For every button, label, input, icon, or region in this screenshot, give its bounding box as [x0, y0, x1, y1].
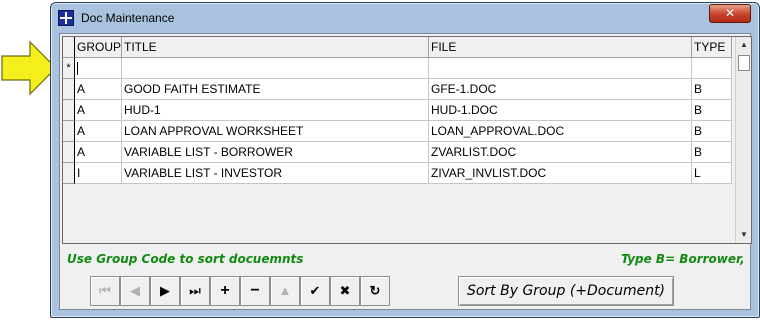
- type-hint: Type B= Borrower,: [621, 252, 745, 266]
- row-indicator: [63, 142, 75, 163]
- cancel-edit-button[interactable]: ✖: [330, 276, 360, 306]
- cell-group[interactable]: A: [75, 100, 122, 121]
- new-record-row[interactable]: *: [63, 58, 737, 79]
- table-row[interactable]: A VARIABLE LIST - BORROWER ZVARLIST.DOC …: [63, 142, 737, 163]
- vertical-scrollbar[interactable]: ▲ ▼: [735, 37, 751, 243]
- cell-group[interactable]: A: [75, 142, 122, 163]
- scroll-down-icon[interactable]: ▼: [736, 227, 752, 243]
- documents-grid[interactable]: GROUP TITLE FILE TYPE * A GOOD FAITH EST…: [62, 36, 752, 244]
- prior-record-button[interactable]: ◀: [120, 276, 150, 306]
- close-button[interactable]: ✕: [709, 4, 751, 23]
- text-caret: [77, 62, 78, 76]
- next-record-button[interactable]: ▶: [150, 276, 180, 306]
- cell-group[interactable]: A: [75, 79, 122, 100]
- cell-group[interactable]: I: [75, 163, 122, 184]
- cell-title[interactable]: VARIABLE LIST - INVESTOR: [122, 163, 429, 184]
- cell-group-input[interactable]: [75, 58, 122, 79]
- insert-record-button[interactable]: +: [210, 276, 240, 306]
- cell-title[interactable]: VARIABLE LIST - BORROWER: [122, 142, 429, 163]
- column-header-title[interactable]: TITLE: [122, 37, 429, 58]
- cell-type[interactable]: B: [692, 100, 732, 121]
- cell-file[interactable]: LOAN_APPROVAL.DOC: [429, 121, 692, 142]
- edit-record-button[interactable]: ▲: [270, 276, 300, 306]
- row-indicator: [63, 163, 75, 184]
- cell-title[interactable]: LOAN APPROVAL WORKSHEET: [122, 121, 429, 142]
- last-record-button[interactable]: ⏭: [180, 276, 210, 306]
- doc-maintenance-window: Doc Maintenance ✕ GROUP TITLE FILE TYPE …: [50, 2, 760, 318]
- table-row[interactable]: A HUD-1 HUD-1.DOC B: [63, 100, 737, 121]
- table-row[interactable]: A LOAN APPROVAL WORKSHEET LOAN_APPROVAL.…: [63, 121, 737, 142]
- cell-title[interactable]: HUD-1: [122, 100, 429, 121]
- cell-file[interactable]: ZIVAR_INVLIST.DOC: [429, 163, 692, 184]
- scroll-up-icon[interactable]: ▲: [736, 37, 752, 53]
- delete-record-button[interactable]: −: [240, 276, 270, 306]
- cell-title[interactable]: GOOD FAITH ESTIMATE: [122, 79, 429, 100]
- cell-type[interactable]: [692, 58, 732, 79]
- row-indicator: [63, 121, 75, 142]
- cell-type[interactable]: B: [692, 142, 732, 163]
- group-code-hint: Use Group Code to sort docuemnts: [67, 252, 304, 266]
- column-header-group[interactable]: GROUP: [75, 37, 122, 58]
- header-indicator: [63, 37, 75, 58]
- cell-file[interactable]: ZVARLIST.DOC: [429, 142, 692, 163]
- cell-file[interactable]: HUD-1.DOC: [429, 100, 692, 121]
- refresh-data-button[interactable]: ↻: [360, 276, 390, 306]
- post-record-button[interactable]: ✔: [300, 276, 330, 306]
- window-title: Doc Maintenance: [81, 11, 175, 25]
- first-record-button[interactable]: ⏮: [90, 276, 120, 306]
- cell-type[interactable]: L: [692, 163, 732, 184]
- cell-file[interactable]: [429, 58, 692, 79]
- column-header-type[interactable]: TYPE: [692, 37, 732, 58]
- row-indicator: [63, 79, 75, 100]
- table-row[interactable]: A GOOD FAITH ESTIMATE GFE-1.DOC B: [63, 79, 737, 100]
- record-navigator: ⏮ ◀ ▶ ⏭ + − ▲ ✔ ✖ ↻: [90, 276, 390, 306]
- cell-type[interactable]: B: [692, 121, 732, 142]
- column-header-file[interactable]: FILE: [429, 37, 692, 58]
- scroll-thumb[interactable]: [738, 55, 750, 71]
- table-row[interactable]: I VARIABLE LIST - INVESTOR ZIVAR_INVLIST…: [63, 163, 737, 184]
- row-indicator: *: [63, 58, 75, 79]
- row-indicator: [63, 100, 75, 121]
- cell-file[interactable]: GFE-1.DOC: [429, 79, 692, 100]
- client-area: GROUP TITLE FILE TYPE * A GOOD FAITH EST…: [59, 33, 752, 310]
- grid-header: GROUP TITLE FILE TYPE: [63, 37, 737, 58]
- cell-title[interactable]: [122, 58, 429, 79]
- sort-by-group-button[interactable]: Sort By Group (+Document): [458, 276, 674, 306]
- title-bar[interactable]: Doc Maintenance ✕: [51, 3, 759, 33]
- app-icon: [58, 10, 74, 26]
- cell-group[interactable]: A: [75, 121, 122, 142]
- cell-type[interactable]: B: [692, 79, 732, 100]
